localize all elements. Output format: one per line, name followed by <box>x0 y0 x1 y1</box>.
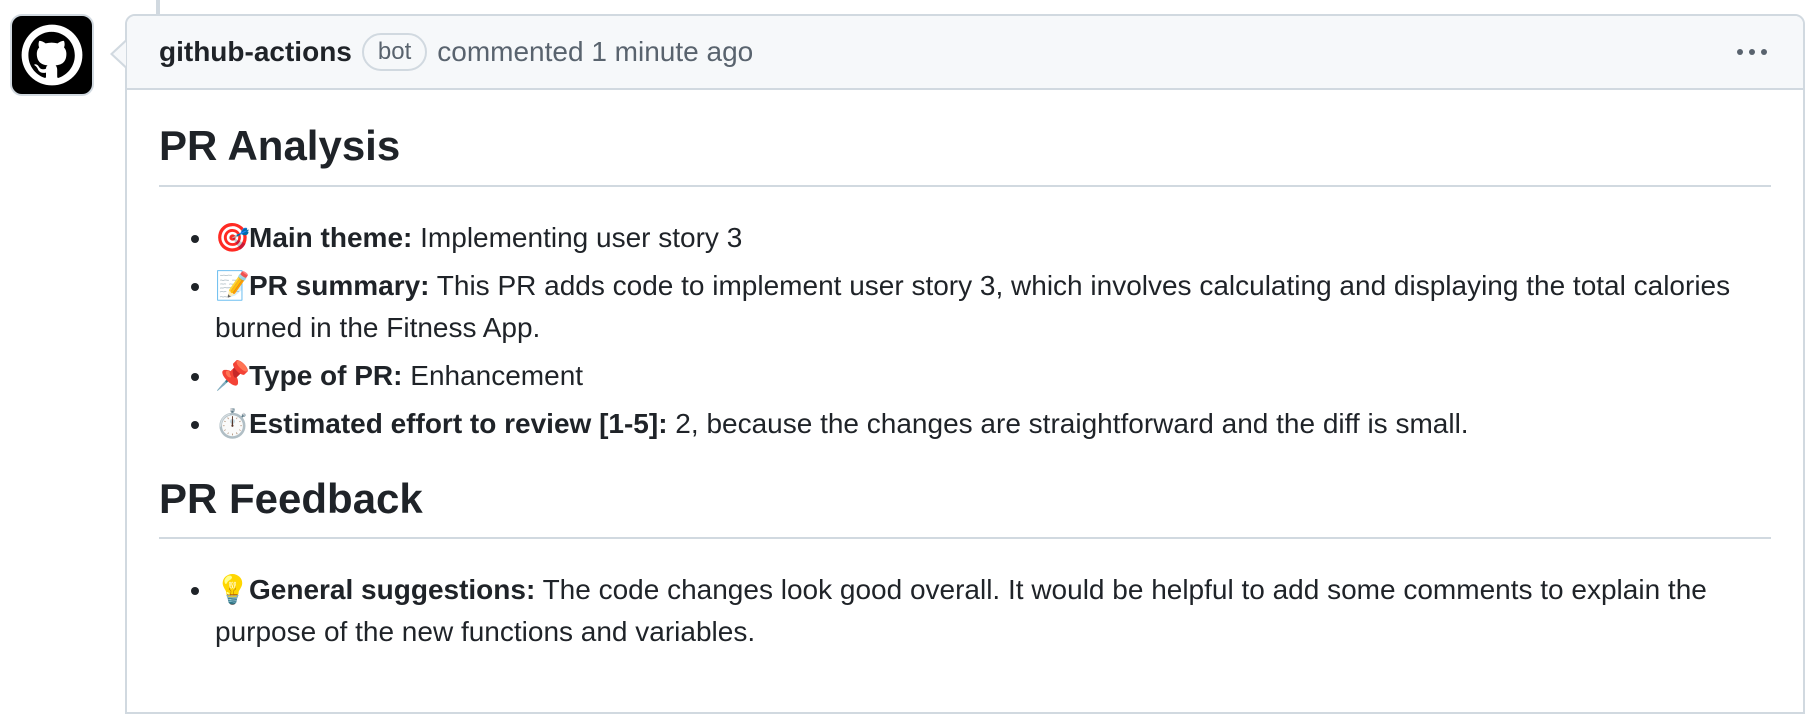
pr-feedback-list: 💡General suggestions: The code changes l… <box>159 569 1771 653</box>
comment-timestamp[interactable]: commented 1 minute ago <box>437 36 753 68</box>
list-item: 💡General suggestions: The code changes l… <box>191 569 1771 653</box>
github-octocat-icon <box>21 24 83 86</box>
pr-analysis-list: 🎯Main theme: Implementing user story 3 📝… <box>159 217 1771 445</box>
author-link[interactable]: github-actions <box>159 36 352 68</box>
item-label: Type of PR: <box>249 359 403 391</box>
item-text: This PR adds code to implement user stor… <box>215 269 1731 343</box>
list-item: 🎯Main theme: Implementing user story 3 <box>191 217 1771 259</box>
bot-badge: bot <box>361 33 428 71</box>
section-title-pr-feedback: PR Feedback <box>159 473 1771 539</box>
item-label: Estimated effort to review [1-5]: <box>249 407 668 439</box>
stopwatch-icon: ⏱️ <box>215 407 250 439</box>
list-item: ⏱️Estimated effort to review [1-5]: 2, b… <box>191 403 1771 445</box>
item-text: Enhancement <box>402 359 584 391</box>
target-icon: 🎯 <box>215 221 250 253</box>
pushpin-icon: 📌 <box>215 359 250 391</box>
item-label: General suggestions: <box>249 574 536 605</box>
comment-box: github-actions bot commented 1 minute ag… <box>125 14 1805 714</box>
comment-body: PR Analysis 🎯Main theme: Implementing us… <box>127 90 1803 653</box>
comment-caret-inner <box>113 42 126 66</box>
list-item: 📝PR summary: This PR adds code to implem… <box>191 265 1771 349</box>
item-text: Implementing user story 3 <box>412 221 743 253</box>
item-label: PR summary: <box>249 269 430 301</box>
lightbulb-icon: 💡 <box>215 574 250 605</box>
kebab-horizontal-icon[interactable] <box>1731 41 1773 63</box>
comment-header: github-actions bot commented 1 minute ag… <box>127 16 1803 90</box>
memo-icon: 📝 <box>215 269 250 301</box>
section-title-pr-analysis: PR Analysis <box>159 120 1771 187</box>
item-label: Main theme: <box>249 221 413 253</box>
avatar[interactable] <box>10 14 94 96</box>
list-item: 📌Type of PR: Enhancement <box>191 355 1771 397</box>
item-text: 2, because the changes are straightforwa… <box>667 407 1469 439</box>
